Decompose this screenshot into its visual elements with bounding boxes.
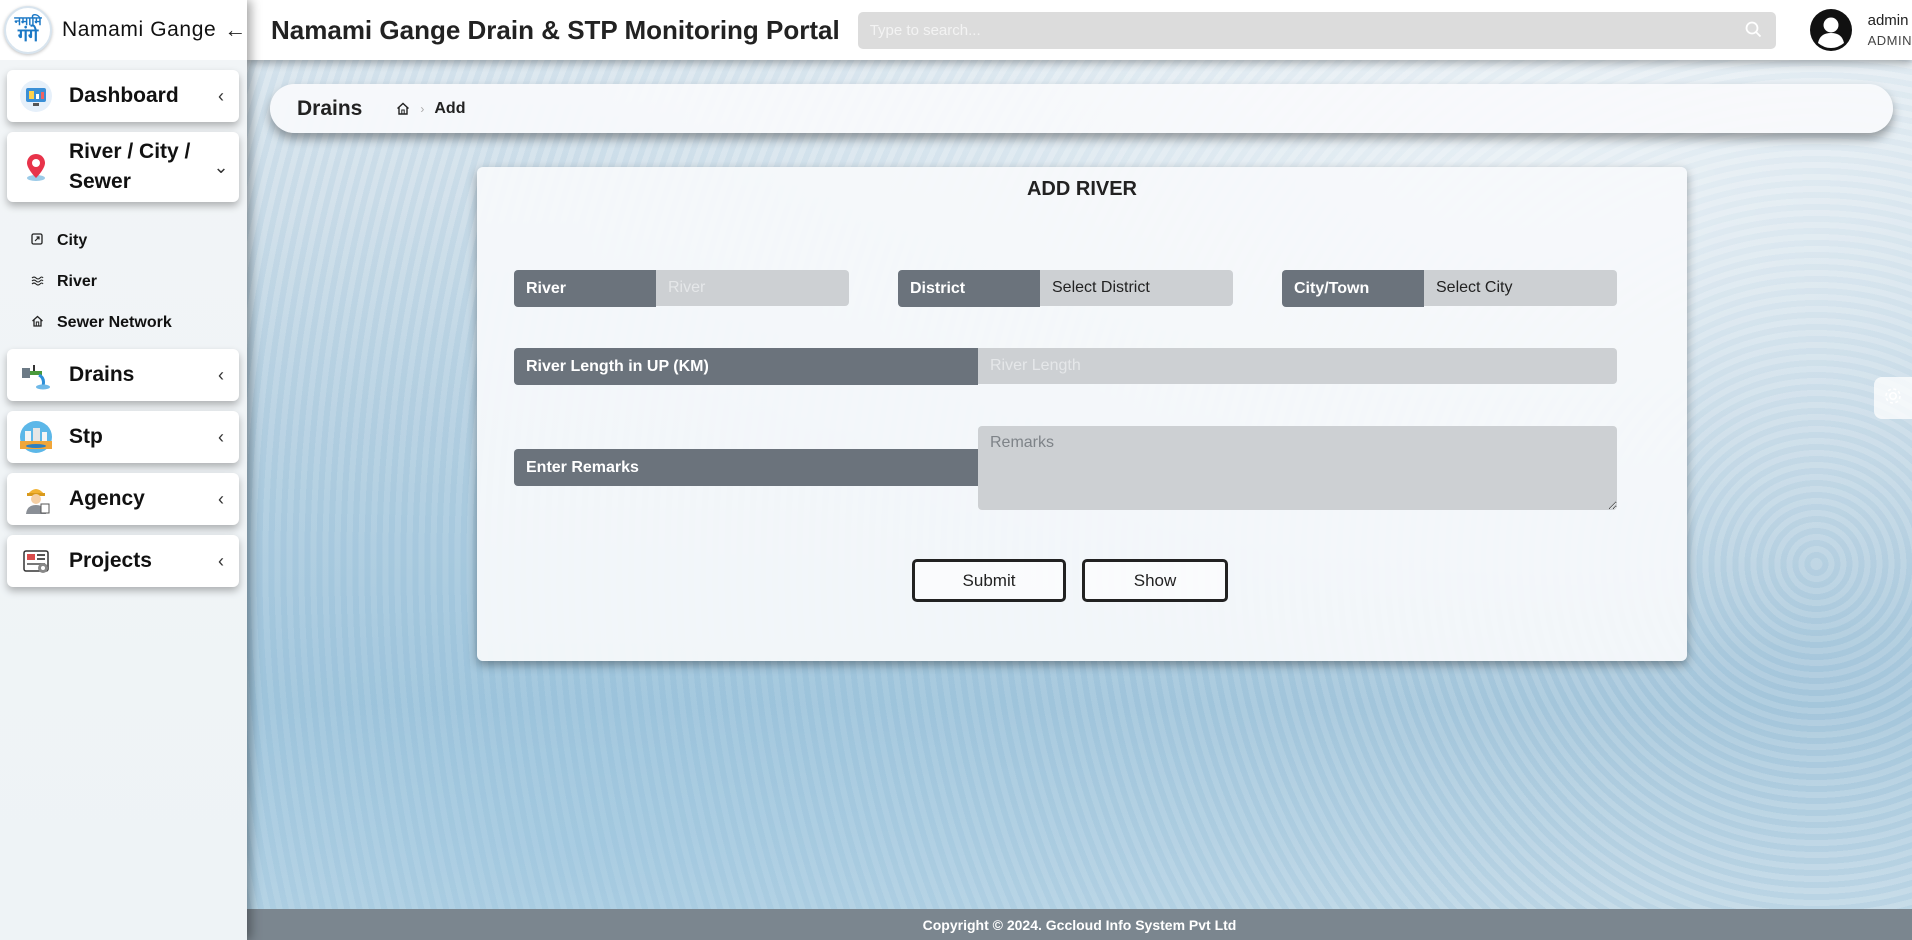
sidebar-item-label: Dashboard — [69, 84, 179, 107]
footer: Copyright © 2024. Gccloud Info System Pv… — [247, 909, 1912, 940]
breadcrumb-current: Add — [434, 99, 466, 117]
agency-icon — [19, 482, 53, 516]
chevron-left-icon: ‹ — [218, 488, 224, 509]
chevron-left-icon: ‹ — [218, 426, 224, 447]
city-icon — [29, 233, 45, 248]
sidebar-menu: Dashboard ‹ River / City / Sewer ⌄ City … — [0, 60, 247, 587]
district-label: District — [898, 270, 1040, 307]
breadcrumb-separator-icon: › — [420, 101, 425, 116]
sidebar: नमामि गंगे Namami Gange ← Dashboard ‹ Ri… — [0, 0, 247, 940]
logo-line2: गंगे — [17, 25, 39, 46]
river-label: River — [514, 270, 656, 307]
settings-tab[interactable] — [1874, 377, 1912, 419]
remarks-label: Enter Remarks — [514, 449, 978, 486]
drain-icon — [19, 358, 53, 392]
submit-button[interactable]: Submit — [912, 559, 1066, 602]
remarks-label-row: Enter Remarks — [514, 449, 978, 486]
home-icon — [29, 315, 45, 330]
district-select[interactable]: Select District — [1040, 270, 1233, 306]
user-name: admin — [1867, 12, 1909, 29]
copyright-text: Copyright © 2024. Gccloud Info System Pv… — [922, 916, 1237, 933]
gear-icon — [1883, 386, 1903, 411]
sidebar-item-label: Projects — [69, 549, 152, 572]
sidebar-item-label: River / City / Sewer — [69, 140, 191, 193]
river-length-field: River Length in UP (KM) — [514, 348, 1617, 385]
chevron-left-icon: ‹ — [218, 364, 224, 385]
user-avatar-icon[interactable] — [1809, 9, 1852, 51]
arrow-left-icon[interactable]: ← — [224, 17, 246, 43]
sidebar-item-label: Stp — [69, 425, 103, 448]
brand-name: Namami Gange — [62, 18, 217, 41]
sidebar-subitem-label: River — [57, 272, 98, 290]
form-title: ADD RIVER — [1026, 178, 1137, 200]
search-box — [857, 11, 1776, 49]
projects-icon — [19, 544, 53, 578]
river-length-input[interactable] — [978, 348, 1617, 384]
remarks-textarea[interactable] — [978, 426, 1617, 510]
river-input[interactable] — [656, 270, 849, 306]
sidebar-subitem-city[interactable]: City — [29, 220, 239, 261]
sidebar-subitem-sewer-network[interactable]: Sewer Network — [29, 302, 239, 343]
breadcrumb: Drains › Add — [270, 84, 1893, 133]
sidebar-item-drains[interactable]: Drains ‹ — [7, 349, 239, 401]
chevron-left-icon: ‹ — [218, 550, 224, 571]
chevron-left-icon: ‹ — [218, 85, 224, 106]
stp-icon — [19, 420, 53, 454]
location-pin-icon — [19, 150, 53, 184]
home-icon[interactable] — [396, 102, 410, 115]
city-select[interactable]: Select City — [1424, 270, 1617, 306]
page-title: Namami Gange Drain & STP Monitoring Port… — [271, 14, 840, 45]
sidebar-item-river-city-sewer[interactable]: River / City / Sewer ⌄ — [7, 132, 239, 202]
search-icon[interactable] — [1745, 21, 1762, 43]
submenu-river-city-sewer: City River Sewer Network — [7, 212, 239, 349]
sidebar-item-dashboard[interactable]: Dashboard ‹ — [7, 70, 239, 122]
sidebar-item-agency[interactable]: Agency ‹ — [7, 473, 239, 525]
chevron-down-icon: ⌄ — [213, 156, 229, 177]
breadcrumb-title: Drains — [297, 96, 363, 120]
top-header: Namami Gange Drain & STP Monitoring Port… — [247, 0, 1912, 60]
sidebar-item-projects[interactable]: Projects ‹ — [7, 535, 239, 587]
district-field: District Select District — [898, 270, 1233, 307]
dashboard-icon — [19, 79, 53, 113]
sidebar-subitem-river[interactable]: River — [29, 261, 239, 302]
waves-icon — [29, 274, 45, 289]
user-info: admin ADMIN — [1868, 12, 1912, 48]
user-role: ADMIN — [1867, 33, 1912, 48]
sidebar-item-stp[interactable]: Stp ‹ — [7, 411, 239, 463]
river-field: River — [514, 270, 849, 307]
show-button[interactable]: Show — [1082, 559, 1228, 602]
city-label: City/Town — [1282, 270, 1424, 307]
river-length-label: River Length in UP (KM) — [514, 348, 978, 385]
namami-gange-logo[interactable]: नमामि गंगे — [4, 6, 52, 54]
add-river-form: ADD RIVER River District Select District… — [477, 167, 1687, 661]
search-input[interactable] — [857, 11, 1776, 49]
sidebar-item-label: Drains — [69, 363, 135, 386]
sidebar-item-label: Agency — [69, 487, 145, 510]
city-field: City/Town Select City — [1282, 270, 1617, 307]
sidebar-subitem-label: City — [57, 231, 88, 249]
sidebar-subitem-label: Sewer Network — [57, 313, 172, 331]
user-menu[interactable]: admin ADMIN — [1809, 9, 1912, 51]
brand: नमामि गंगे Namami Gange ← — [0, 0, 247, 60]
